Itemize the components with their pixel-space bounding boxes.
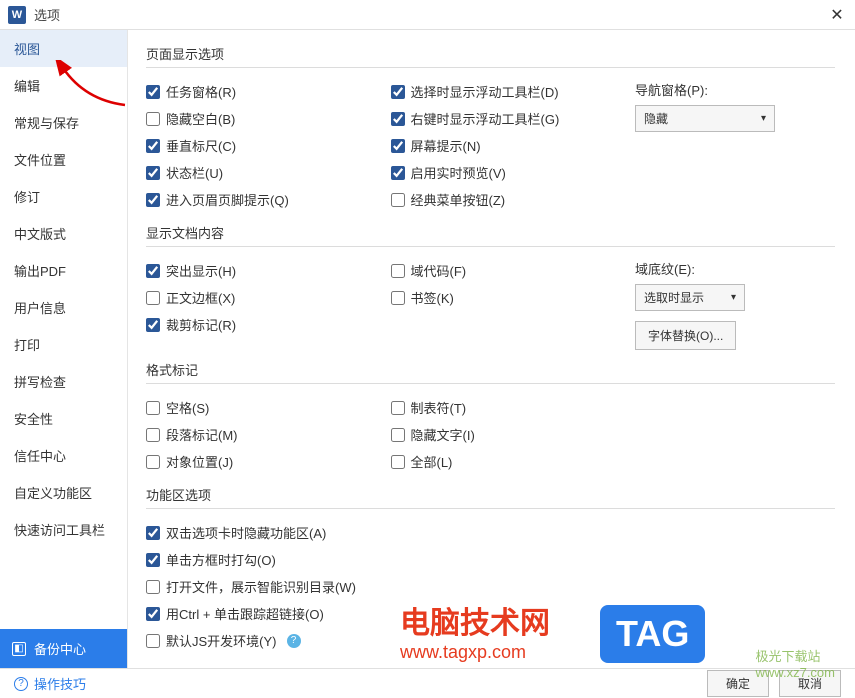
sidebar-item-output-pdf[interactable]: 输出PDF [0, 252, 127, 289]
window-title: 选项 [34, 5, 827, 24]
chk-live-preview[interactable]: 启用实时预览(V) [391, 159, 636, 186]
section-title: 功能区选项 [146, 485, 835, 504]
chk-spaces[interactable]: 空格(S) [146, 394, 391, 421]
backup-center-button[interactable]: ◧ 备份中心 [0, 629, 127, 668]
chk-bookmarks[interactable]: 书签(K) [391, 284, 636, 311]
chk-open-show-toc[interactable]: 打开文件，展示智能识别目录(W) [146, 573, 835, 600]
chk-click-box-tick[interactable]: 单击方框时打勾(O) [146, 546, 835, 573]
divider [146, 383, 835, 384]
footer: ? 操作技巧 确定 取消 [0, 668, 855, 698]
chk-hide-blank[interactable]: 隐藏空白(B) [146, 105, 391, 132]
titlebar: W 选项 ✕ [0, 0, 855, 30]
chk-screen-tips[interactable]: 屏幕提示(N) [391, 132, 636, 159]
cancel-button[interactable]: 取消 [779, 670, 841, 697]
sidebar-item-file-location[interactable]: 文件位置 [0, 141, 127, 178]
chk-vertical-ruler[interactable]: 垂直标尺(C) [146, 132, 391, 159]
sidebar-item-quick-access[interactable]: 快速访问工具栏 [0, 511, 127, 548]
chk-ctrl-click-hyperlink[interactable]: 用Ctrl + 单击跟踪超链接(O) [146, 600, 835, 627]
backup-icon: ◧ [12, 642, 26, 656]
chk-select-float-toolbar[interactable]: 选择时显示浮动工具栏(D) [391, 78, 636, 105]
app-icon: W [8, 6, 26, 24]
backup-label: 备份中心 [34, 639, 86, 658]
close-icon[interactable]: ✕ [827, 5, 847, 25]
section-title: 显示文档内容 [146, 223, 835, 242]
section-title: 页面显示选项 [146, 44, 835, 63]
chk-text-border[interactable]: 正文边框(X) [146, 284, 391, 311]
nav-pane-label: 导航窗格(P): [635, 78, 835, 105]
chk-crop-marks[interactable]: 裁剪标记(R) [146, 311, 391, 338]
section-page-display: 页面显示选项 任务窗格(R) 隐藏空白(B) 垂直标尺(C) 状态栏(U) 进入… [146, 44, 835, 213]
chk-rightclick-float-toolbar[interactable]: 右键时显示浮动工具栏(G) [391, 105, 636, 132]
chevron-down-icon: ▾ [731, 292, 736, 303]
chk-tabs[interactable]: 制表符(T) [391, 394, 636, 421]
sidebar-item-print[interactable]: 打印 [0, 326, 127, 363]
font-substitute-button[interactable]: 字体替换(O)... [635, 321, 736, 350]
chk-object-position[interactable]: 对象位置(J) [146, 448, 391, 475]
main-area: 视图 编辑 常规与保存 文件位置 修订 中文版式 输出PDF 用户信息 打印 拼… [0, 30, 855, 668]
chk-classic-menu[interactable]: 经典菜单按钮(Z) [391, 186, 636, 213]
sidebar-item-revision[interactable]: 修订 [0, 178, 127, 215]
sidebar-item-custom-ribbon[interactable]: 自定义功能区 [0, 474, 127, 511]
divider [146, 67, 835, 68]
chk-hidden-text[interactable]: 隐藏文字(I) [391, 421, 636, 448]
info-icon[interactable]: ? [287, 634, 301, 648]
sidebar-item-spellcheck[interactable]: 拼写检查 [0, 363, 127, 400]
chk-header-footer-tip[interactable]: 进入页眉页脚提示(Q) [146, 186, 391, 213]
chk-dblclick-hide-ribbon[interactable]: 双击选项卡时隐藏功能区(A) [146, 519, 835, 546]
chevron-down-icon: ▾ [761, 113, 766, 124]
section-format-marks: 格式标记 空格(S) 段落标记(M) 对象位置(J) 制表符(T) 隐藏文字(I… [146, 360, 835, 475]
content-panel: 页面显示选项 任务窗格(R) 隐藏空白(B) 垂直标尺(C) 状态栏(U) 进入… [128, 30, 855, 668]
sidebar-item-edit[interactable]: 编辑 [0, 67, 127, 104]
chk-highlight[interactable]: 突出显示(H) [146, 257, 391, 284]
chk-status-bar[interactable]: 状态栏(U) [146, 159, 391, 186]
chk-default-js-env[interactable]: 默认JS开发环境(Y)? [146, 627, 835, 654]
sidebar-item-chinese-layout[interactable]: 中文版式 [0, 215, 127, 252]
chk-task-pane[interactable]: 任务窗格(R) [146, 78, 391, 105]
sidebar-item-security[interactable]: 安全性 [0, 400, 127, 437]
help-icon: ? [14, 677, 28, 691]
sidebar-items: 视图 编辑 常规与保存 文件位置 修订 中文版式 输出PDF 用户信息 打印 拼… [0, 30, 127, 629]
ok-button[interactable]: 确定 [707, 670, 769, 697]
section-ribbon-options: 功能区选项 双击选项卡时隐藏功能区(A) 单击方框时打勾(O) 打开文件，展示智… [146, 485, 835, 654]
divider [146, 508, 835, 509]
sidebar: 视图 编辑 常规与保存 文件位置 修订 中文版式 输出PDF 用户信息 打印 拼… [0, 30, 128, 668]
section-doc-content: 显示文档内容 突出显示(H) 正文边框(X) 裁剪标记(R) 域代码(F) 书签… [146, 223, 835, 350]
field-shading-label: 域底纹(E): [635, 257, 835, 284]
nav-pane-dropdown[interactable]: 隐藏 ▾ [635, 105, 775, 132]
section-title: 格式标记 [146, 360, 835, 379]
sidebar-item-user-info[interactable]: 用户信息 [0, 289, 127, 326]
chk-all[interactable]: 全部(L) [391, 448, 636, 475]
field-shading-dropdown[interactable]: 选取时显示 ▾ [635, 284, 745, 311]
divider [146, 246, 835, 247]
sidebar-item-trust-center[interactable]: 信任中心 [0, 437, 127, 474]
operation-tips-link[interactable]: ? 操作技巧 [14, 674, 86, 693]
chk-field-codes[interactable]: 域代码(F) [391, 257, 636, 284]
sidebar-item-view[interactable]: 视图 [0, 30, 127, 67]
chk-paragraph-marks[interactable]: 段落标记(M) [146, 421, 391, 448]
sidebar-item-general-save[interactable]: 常规与保存 [0, 104, 127, 141]
